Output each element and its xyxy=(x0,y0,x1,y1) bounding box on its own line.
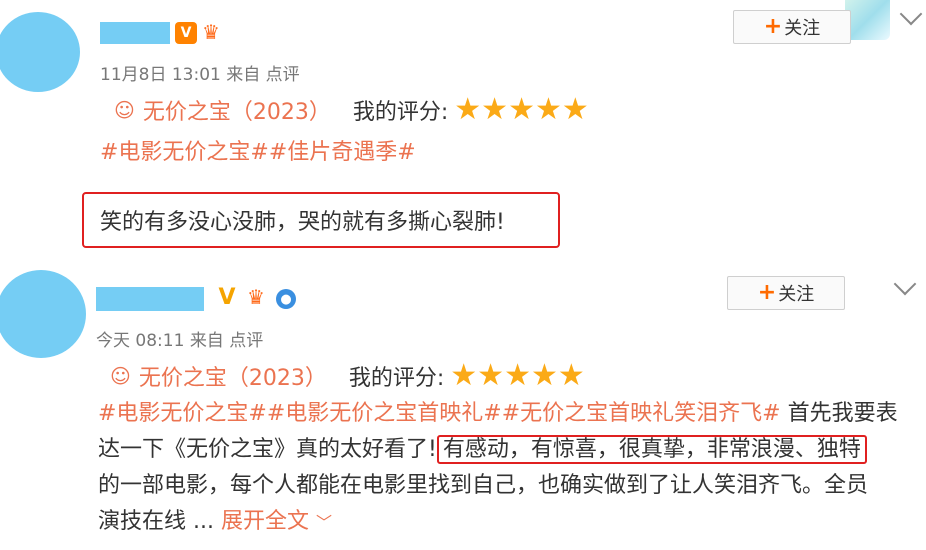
rating-row: ☺ 无价之宝（2023） 我的评分: ★★★★★ xyxy=(110,360,585,392)
rating-label: 我的评分: xyxy=(352,100,449,125)
rating-label: 我的评分: xyxy=(348,366,445,391)
source-text: 来自 点评 xyxy=(226,65,300,85)
verified-v-icon: V xyxy=(218,284,236,310)
hashtags[interactable]: #电影无价之宝##佳片奇遇季# xyxy=(100,134,416,166)
movie-icon: ☺ xyxy=(110,364,131,388)
username-redacted[interactable] xyxy=(96,287,204,311)
globe-icon: ● xyxy=(276,289,296,309)
body-line-3: 的一部电影，每个人都能在电影里找到自己，也确实做到了让人笑泪齐飞。全员 xyxy=(98,468,918,504)
star-rating: ★★★★★ xyxy=(454,92,589,127)
post-body: #电影无价之宝##电影无价之宝首映礼##无价之宝首映礼笑泪齐飞# 首先我要表 达… xyxy=(98,396,918,541)
quote-text: 笑的有多没心没肺，哭的就有多撕心裂肺! xyxy=(100,210,505,235)
movie-title-link[interactable]: 无价之宝（2023） xyxy=(139,360,327,392)
body-line-1: #电影无价之宝##电影无价之宝首映礼##无价之宝首映礼笑泪齐飞# 首先我要表 xyxy=(98,396,918,432)
username-redacted[interactable] xyxy=(100,22,170,44)
timestamp-text[interactable]: 今天 08:11 xyxy=(96,331,184,351)
post-2: V ♛ ● 今天 08:11 来自 点评 + 关注 ☺ 无价之宝（2023） 我… xyxy=(0,262,926,550)
chevron-down-icon[interactable] xyxy=(899,2,923,26)
crown-icon: ♛ xyxy=(247,285,265,309)
avatar[interactable] xyxy=(0,12,80,92)
post-timestamp[interactable]: 11月8日 13:01 来自 点评 xyxy=(100,60,300,85)
body-text-segment: 演技在线 ... xyxy=(98,509,221,534)
follow-button[interactable]: + 关注 xyxy=(733,10,851,44)
chevron-down-icon: ﹀ xyxy=(315,513,332,532)
expand-label: 展开全文 xyxy=(220,509,309,534)
body-text-segment: 的一部电影，每个人都能在电影里找到自己，也确实做到了让人笑泪齐飞。全员 xyxy=(98,473,869,498)
plus-icon: + xyxy=(757,280,777,305)
hashtags[interactable]: #电影无价之宝##电影无价之宝首映礼##无价之宝首映礼笑泪齐飞# xyxy=(98,401,781,426)
body-text-segment: 首先我要表 xyxy=(780,401,898,426)
post-timestamp[interactable]: 今天 08:11 来自 点评 xyxy=(96,326,263,351)
movie-icon: ☺ xyxy=(114,98,135,122)
rating-row: ☺ 无价之宝（2023） 我的评分: ★★★★★ xyxy=(114,94,589,126)
star-rating: ★★★★★ xyxy=(450,358,585,393)
body-text-segment: 达一下《无价之宝》真的太好看了! xyxy=(98,437,437,462)
highlighted-phrase: 有感动，有惊喜，很真挚，非常浪漫、独特 xyxy=(436,435,867,464)
follow-label: 关注 xyxy=(784,18,821,39)
verified-v-icon: V xyxy=(175,22,197,44)
timestamp-text[interactable]: 11月8日 13:01 xyxy=(100,65,221,85)
follow-button[interactable]: + 关注 xyxy=(727,276,845,310)
source-text: 来自 点评 xyxy=(189,331,264,351)
chevron-down-icon[interactable] xyxy=(893,272,917,296)
movie-title-link[interactable]: 无价之宝（2023） xyxy=(143,94,331,126)
expand-full-text-link[interactable]: 展开全文 ﹀ xyxy=(221,509,332,534)
plus-icon: + xyxy=(763,14,783,39)
post-1: V ♛ 11月8日 13:01 来自 点评 + 关注 ☺ 无价之宝（2023） … xyxy=(0,0,926,260)
crown-icon: ♛ xyxy=(202,20,220,44)
avatar[interactable] xyxy=(0,270,86,358)
highlighted-quote: 笑的有多没心没肺，哭的就有多撕心裂肺! xyxy=(82,192,560,248)
body-line-4: 演技在线 ... 展开全文 ﹀ xyxy=(98,504,918,541)
follow-label: 关注 xyxy=(778,284,815,305)
body-line-2: 达一下《无价之宝》真的太好看了! 有感动，有惊喜，很真挚，非常浪漫、独特 xyxy=(98,432,918,468)
